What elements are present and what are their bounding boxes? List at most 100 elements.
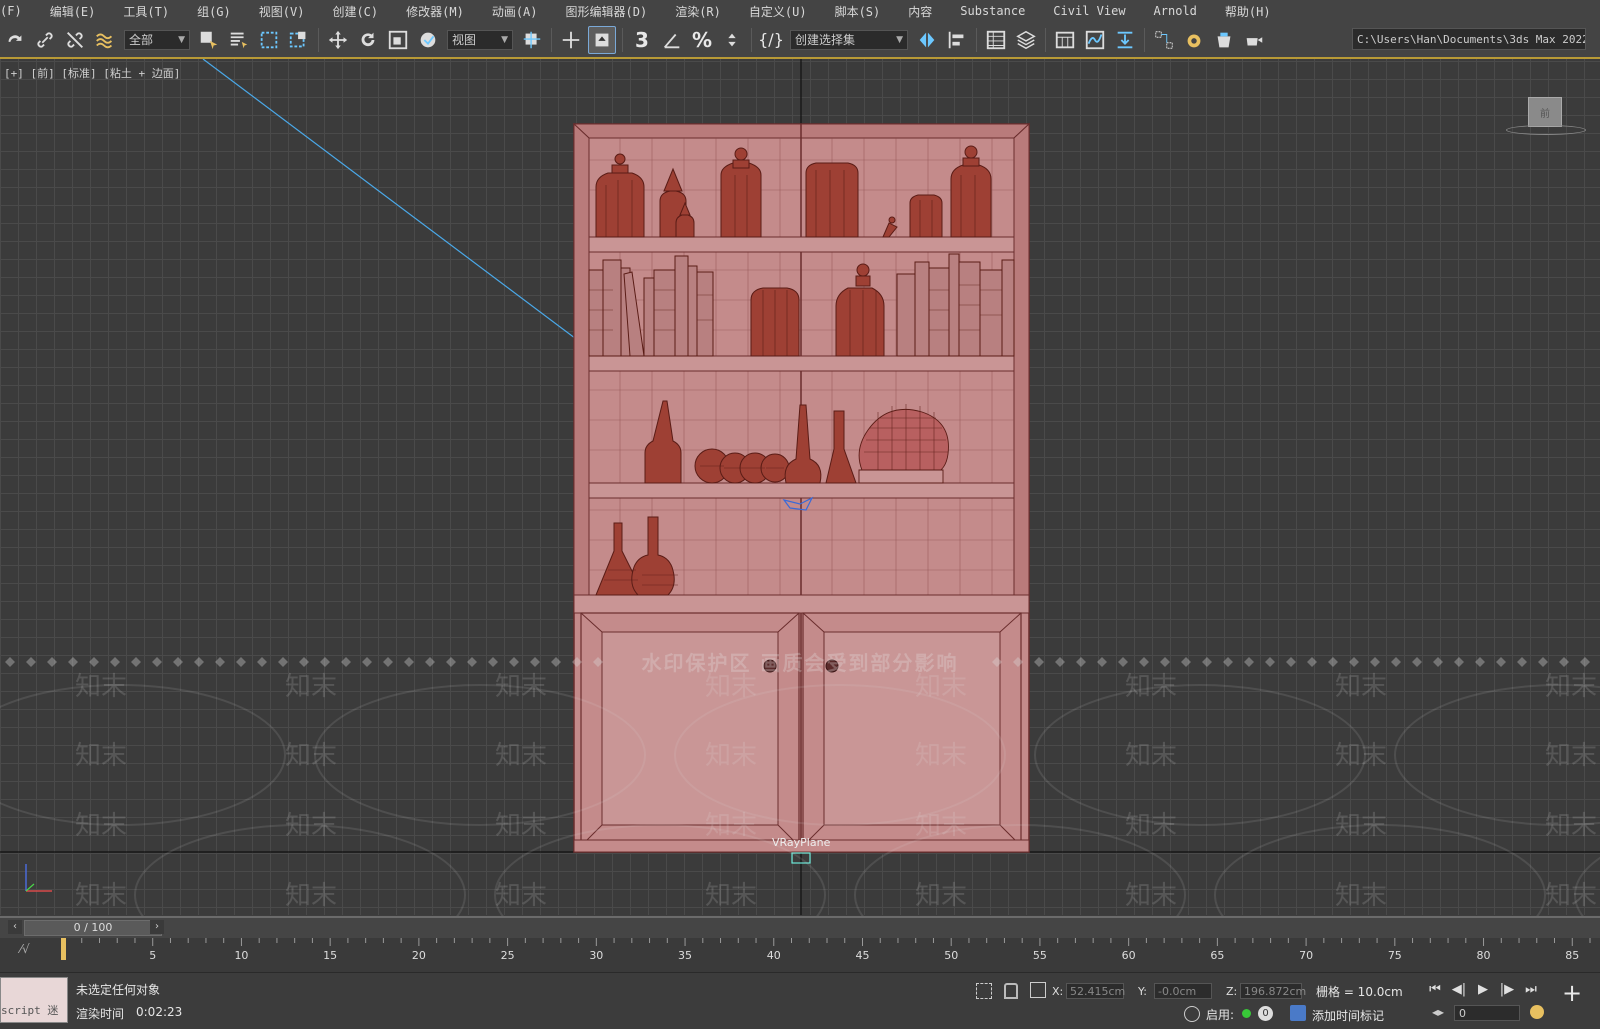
menu-item[interactable]: 视图(V) bbox=[245, 3, 319, 20]
enable-label: 启用: bbox=[1206, 1008, 1235, 1022]
current-frame-marker[interactable] bbox=[61, 938, 66, 960]
add-time-tag-button[interactable]: 添加时间标记 bbox=[1312, 1007, 1384, 1024]
menu-item[interactable]: 组(G) bbox=[183, 3, 245, 20]
current-frame-field[interactable]: 0 bbox=[1454, 1005, 1520, 1021]
time-tag-icon[interactable] bbox=[1290, 1005, 1306, 1021]
select-object-icon[interactable] bbox=[196, 27, 222, 53]
status-bar: script 迷 未选定任何对象 渲染时间 0:02:23 X: 52.415c… bbox=[0, 972, 1600, 1029]
time-config-icon[interactable] bbox=[1530, 1005, 1544, 1019]
named-selection-dropdown[interactable]: 创建选择集 ▼ bbox=[790, 29, 908, 50]
scene-explorer-icon[interactable] bbox=[983, 27, 1009, 53]
place-icon[interactable] bbox=[415, 27, 441, 53]
menu-item[interactable]: 工具(T) bbox=[109, 3, 183, 20]
next-frame-arrow-icon[interactable]: › bbox=[150, 920, 164, 934]
ruler-tick-label: 60 bbox=[1122, 949, 1136, 962]
ribbon-toggle-icon[interactable] bbox=[1052, 27, 1078, 53]
selection-filter-dropdown[interactable]: 全部 ▼ bbox=[124, 29, 190, 50]
ruler-tick-label: 35 bbox=[678, 949, 692, 962]
ruler-tick-label: 50 bbox=[944, 949, 958, 962]
dope-sheet-icon[interactable] bbox=[1112, 27, 1138, 53]
ruler-tick-label: 70 bbox=[1299, 949, 1313, 962]
render-setup-icon[interactable] bbox=[1181, 27, 1207, 53]
next-frame-icon[interactable]: |▶ bbox=[1498, 981, 1516, 999]
rotate-icon[interactable] bbox=[355, 27, 381, 53]
menu-item[interactable]: 帮助(H) bbox=[1211, 3, 1285, 20]
play-icon[interactable]: ▶ bbox=[1474, 981, 1492, 999]
menu-item[interactable]: (F) bbox=[0, 4, 36, 18]
menu-item[interactable]: Arnold bbox=[1140, 4, 1211, 18]
enable-status-dot[interactable] bbox=[1242, 1009, 1251, 1018]
prev-frame-arrow-icon[interactable]: ‹ bbox=[8, 920, 22, 934]
ruler-tick-label: 80 bbox=[1477, 949, 1491, 962]
isolate-selection-icon[interactable] bbox=[976, 983, 992, 999]
window-crossing-icon[interactable] bbox=[286, 27, 312, 53]
project-path-value: C:\Users\Han\Documents\3ds Max 2022 bbox=[1357, 32, 1586, 46]
absolute-transform-icon[interactable] bbox=[1030, 982, 1046, 998]
x-coord-field[interactable]: 52.415cm bbox=[1066, 983, 1125, 999]
menu-item[interactable]: 渲染(R) bbox=[661, 3, 735, 20]
align-icon[interactable] bbox=[944, 27, 970, 53]
menu-item[interactable]: 图形编辑器(D) bbox=[552, 3, 662, 20]
pivot-center-icon[interactable] bbox=[519, 27, 545, 53]
menu-bar: (F) 编辑(E) 工具(T) 组(G) 视图(V) 创建(C) 修改器(M) 动画(A) 图形… bbox=[0, 0, 1600, 23]
bind-spacewarp-icon[interactable] bbox=[92, 27, 118, 53]
previous-frame-icon[interactable]: ◀| bbox=[1450, 981, 1468, 999]
adaptive-degradation-icon[interactable] bbox=[1184, 1006, 1200, 1022]
time-slider[interactable]: 0 / 100 bbox=[24, 920, 162, 936]
separator bbox=[318, 27, 319, 52]
scale-icon[interactable] bbox=[385, 27, 411, 53]
angle-snap-icon[interactable] bbox=[659, 27, 685, 53]
y-coord-label: Y: bbox=[1138, 985, 1147, 998]
bookcase-object[interactable] bbox=[572, 122, 1031, 853]
spinner-snap-icon[interactable] bbox=[719, 27, 745, 53]
percent-snap-icon[interactable]: % bbox=[689, 27, 715, 53]
menu-item[interactable]: 创建(C) bbox=[318, 3, 392, 20]
menu-item[interactable]: 修改器(M) bbox=[392, 3, 478, 20]
unlink-icon[interactable] bbox=[62, 27, 88, 53]
separator bbox=[1144, 27, 1145, 52]
front-viewport[interactable]: [+] [前] [标准] [粘土 + 边面] 前 VRayPlane bbox=[0, 59, 1600, 915]
ruler-tick-label: 10 bbox=[234, 949, 248, 962]
menu-item[interactable]: 动画(A) bbox=[478, 3, 552, 20]
maxscript-listener[interactable]: script 迷 bbox=[0, 977, 68, 1023]
select-by-name-icon[interactable] bbox=[226, 27, 252, 53]
move-icon[interactable] bbox=[325, 27, 351, 53]
render-time-value: 0:02:23 bbox=[136, 1005, 183, 1019]
redo-icon[interactable] bbox=[2, 27, 28, 53]
render-production-icon[interactable] bbox=[1241, 27, 1267, 53]
menu-item[interactable]: 内容 bbox=[894, 3, 946, 20]
chevron-down-icon: ▼ bbox=[896, 34, 903, 45]
menu-item[interactable]: Substance bbox=[946, 4, 1039, 18]
go-to-start-icon[interactable]: ⏮ bbox=[1426, 981, 1444, 999]
frame-nav-icon[interactable]: ◂▸ bbox=[1432, 1005, 1444, 1019]
z-coord-field[interactable]: 196.872cm bbox=[1240, 983, 1306, 999]
ruler-tick-label: 30 bbox=[589, 949, 603, 962]
select-manipulate-icon[interactable] bbox=[558, 27, 584, 53]
mirror-icon[interactable] bbox=[914, 27, 940, 53]
layer-explorer-icon[interactable] bbox=[1013, 27, 1039, 53]
y-coord-field[interactable]: -0.0cm bbox=[1154, 983, 1212, 999]
link-icon[interactable] bbox=[32, 27, 58, 53]
reference-coord-dropdown[interactable]: 视图 ▼ bbox=[447, 29, 513, 50]
add-viewport-icon[interactable]: + bbox=[1562, 979, 1582, 1007]
menu-item[interactable]: 编辑(E) bbox=[36, 3, 110, 20]
menu-item[interactable]: 脚本(S) bbox=[821, 3, 895, 20]
ruler-tick-label: 45 bbox=[855, 949, 869, 962]
schematic-view-icon[interactable] bbox=[1151, 27, 1177, 53]
ruler-tick-label: 65 bbox=[1210, 949, 1224, 962]
menu-item[interactable]: Civil View bbox=[1039, 4, 1139, 18]
go-to-end-icon[interactable]: ⏭ bbox=[1522, 981, 1540, 999]
snaps-toggle-icon[interactable]: 3 bbox=[629, 27, 655, 53]
project-path-dropdown[interactable]: C:\Users\Han\Documents\3ds Max 2022▼ bbox=[1352, 28, 1586, 50]
ruler-tick-label: 5 bbox=[149, 949, 156, 962]
menu-item[interactable]: 自定义(U) bbox=[735, 3, 821, 20]
rect-selection-region-icon[interactable] bbox=[256, 27, 282, 53]
curve-editor-icon[interactable] bbox=[1082, 27, 1108, 53]
lock-icon[interactable] bbox=[1004, 983, 1018, 999]
edit-named-selection-icon[interactable]: {/} bbox=[758, 27, 784, 53]
scene-canvas bbox=[0, 59, 1600, 915]
rendered-frame-window-icon[interactable] bbox=[1211, 27, 1237, 53]
time-slider-bar[interactable]: ‹ 0 / 100 › bbox=[0, 916, 1600, 938]
track-bar[interactable]: ⁄√ 5 10 15 20 25 30 35 40 45 50 55 60 65 70 75 80 85 bbox=[0, 938, 1600, 972]
keyboard-shortcut-override-icon[interactable] bbox=[588, 25, 616, 54]
